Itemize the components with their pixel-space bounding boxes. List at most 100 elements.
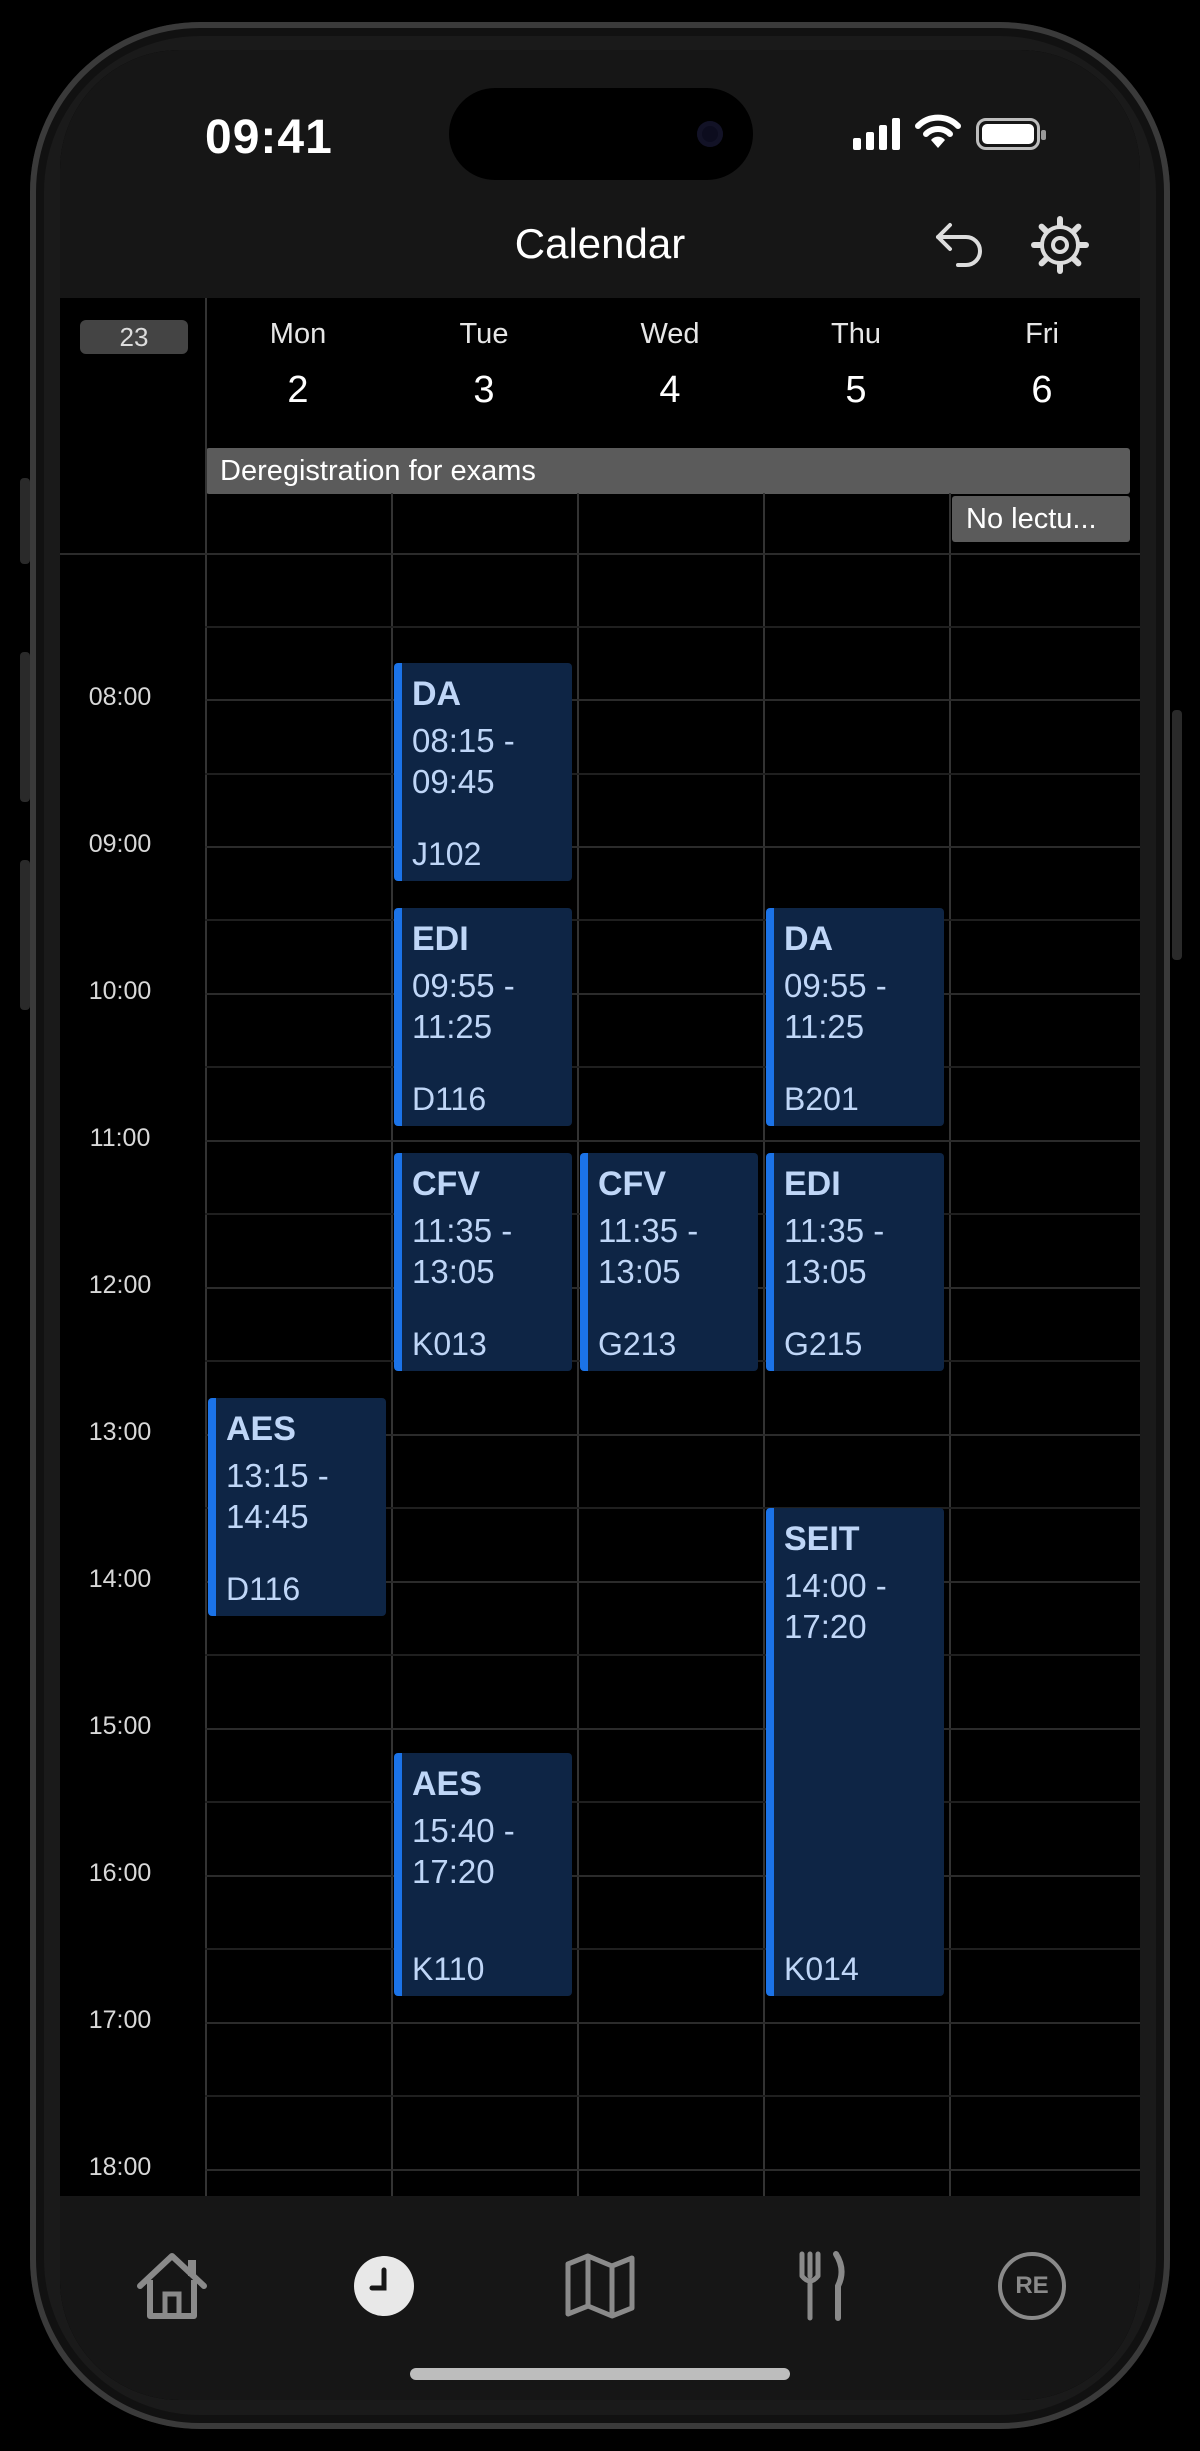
all-day-event-no-lectures[interactable]: No lectu... xyxy=(952,496,1130,542)
action-button xyxy=(20,478,30,564)
column-divider xyxy=(391,493,393,2196)
event-title: EDI xyxy=(412,920,469,958)
event-room: B201 xyxy=(784,1081,859,1117)
day-header-mon[interactable]: Mon 2 xyxy=(205,318,391,412)
event-room: J102 xyxy=(412,836,482,872)
top-bar: 09:41 Calendar xyxy=(60,50,1140,298)
event-edi-thu[interactable]: EDI 11:35 - 13:05 G215 xyxy=(766,1153,944,1371)
day-name: Mon xyxy=(269,318,327,350)
event-room: K013 xyxy=(412,1326,487,1362)
event-time: 09:55 - 11:25 xyxy=(784,967,887,1045)
column-divider xyxy=(205,298,207,2196)
event-title: EDI xyxy=(784,1165,841,1203)
event-title: CFV xyxy=(598,1165,666,1203)
event-title: DA xyxy=(784,920,834,958)
volume-up-button xyxy=(20,652,30,802)
grid-line xyxy=(205,699,1140,701)
day-name: Tue xyxy=(459,318,509,350)
grid-line xyxy=(205,1140,1140,1142)
event-time: 13:15 - 14:45 xyxy=(226,1457,329,1535)
re-label: RE xyxy=(1015,2272,1049,2299)
day-header-tue[interactable]: Tue 3 xyxy=(391,318,577,412)
time-label: 11:00 xyxy=(89,1124,151,1152)
calendar-header: 23 Mon 2 Tue 3 Wed 4 Thu 5 Fri 6 Deregis… xyxy=(60,298,1140,553)
day-header-wed[interactable]: Wed 4 xyxy=(577,318,763,412)
time-label: 18:00 xyxy=(88,2153,152,2181)
grid-line xyxy=(205,1066,1140,1068)
event-da-tue[interactable]: DA 08:15 - 09:45 J102 xyxy=(394,663,572,881)
event-edi-tue[interactable]: EDI 09:55 - 11:25 D116 xyxy=(394,908,572,1126)
grid-line xyxy=(205,1948,1140,1950)
undo-icon[interactable] xyxy=(930,215,990,275)
time-label: 15:00 xyxy=(88,1712,152,1740)
wifi-icon xyxy=(915,114,961,148)
grid-line xyxy=(205,2022,1140,2024)
day-name: Thu xyxy=(831,318,881,350)
time-label: 12:00 xyxy=(88,1271,152,1299)
grid-line xyxy=(205,919,1140,921)
event-aes-mon[interactable]: AES 13:15 - 14:45 D116 xyxy=(208,1398,386,1616)
grid-line xyxy=(205,773,1140,775)
event-aes-tue[interactable]: AES 15:40 - 17:20 K110 xyxy=(394,1753,572,1996)
power-button xyxy=(1172,710,1182,960)
event-room: D116 xyxy=(226,1571,301,1607)
day-name: Fri xyxy=(1025,318,1059,350)
grid-line xyxy=(205,2095,1140,2097)
all-day-event-deregistration[interactable]: Deregistration for exams xyxy=(206,448,1130,494)
event-title: AES xyxy=(412,1765,482,1803)
event-time: 11:35 - 13:05 xyxy=(598,1212,699,1290)
event-time: 08:15 - 09:45 xyxy=(412,722,515,800)
day-header-thu[interactable]: Thu 5 xyxy=(763,318,949,412)
map-icon[interactable] xyxy=(560,2246,640,2326)
grid-line xyxy=(205,1654,1140,1656)
event-room: G215 xyxy=(784,1326,863,1362)
time-label: 17:00 xyxy=(88,2006,152,2034)
grid-line xyxy=(205,993,1140,995)
grid-line xyxy=(205,1728,1140,1730)
grid-line xyxy=(205,626,1140,628)
event-da-thu[interactable]: DA 09:55 - 11:25 B201 xyxy=(766,908,944,1126)
week-number-badge: 23 xyxy=(80,320,188,354)
event-time: 11:35 - 13:05 xyxy=(784,1212,885,1290)
day-number: 2 xyxy=(287,369,309,411)
event-title: AES xyxy=(226,1410,296,1448)
fork-knife-icon[interactable] xyxy=(780,2246,860,2326)
battery-icon xyxy=(976,118,1046,150)
event-room: G213 xyxy=(598,1326,677,1362)
status-time: 09:41 xyxy=(205,111,333,164)
day-number: 4 xyxy=(659,369,681,411)
grid-line xyxy=(205,2169,1140,2171)
event-room: K110 xyxy=(412,1951,485,1987)
gear-icon[interactable] xyxy=(1030,215,1090,275)
re-icon[interactable]: RE xyxy=(998,2252,1066,2320)
event-time: 15:40 - 17:20 xyxy=(412,1812,515,1890)
column-divider xyxy=(577,493,579,2196)
day-number: 3 xyxy=(473,369,495,411)
event-time: 14:00 - 17:20 xyxy=(784,1567,887,1645)
grid-line xyxy=(205,1801,1140,1803)
signal-icon xyxy=(853,116,900,150)
event-time: 09:55 - 11:25 xyxy=(412,967,515,1045)
home-icon[interactable] xyxy=(132,2246,212,2326)
event-seit-thu[interactable]: SEIT 14:00 - 17:20 K014 xyxy=(766,1508,944,1996)
event-cfv-wed[interactable]: CFV 11:35 - 13:05 G213 xyxy=(580,1153,758,1371)
time-grid[interactable]: 08:00 09:00 10:00 11:00 12:00 13:00 14:0… xyxy=(60,298,1140,2196)
day-header-fri[interactable]: Fri 6 xyxy=(949,318,1135,412)
event-room: D116 xyxy=(412,1081,487,1117)
event-title: DA xyxy=(412,675,462,713)
time-label: 13:00 xyxy=(88,1418,152,1446)
event-title: CFV xyxy=(412,1165,480,1203)
event-cfv-tue[interactable]: CFV 11:35 - 13:05 K013 xyxy=(394,1153,572,1371)
grid-line xyxy=(205,846,1140,848)
grid-line xyxy=(205,1875,1140,1877)
volume-down-button xyxy=(20,860,30,1010)
camera-icon xyxy=(697,121,723,147)
dynamic-island xyxy=(449,88,753,180)
time-label: 09:00 xyxy=(88,830,152,858)
time-label: 08:00 xyxy=(88,683,152,711)
clock-icon[interactable] xyxy=(344,2246,424,2326)
event-title: SEIT xyxy=(784,1520,860,1558)
time-label: 14:00 xyxy=(88,1565,152,1593)
time-label: 16:00 xyxy=(88,1859,152,1887)
home-indicator[interactable] xyxy=(410,2368,790,2380)
